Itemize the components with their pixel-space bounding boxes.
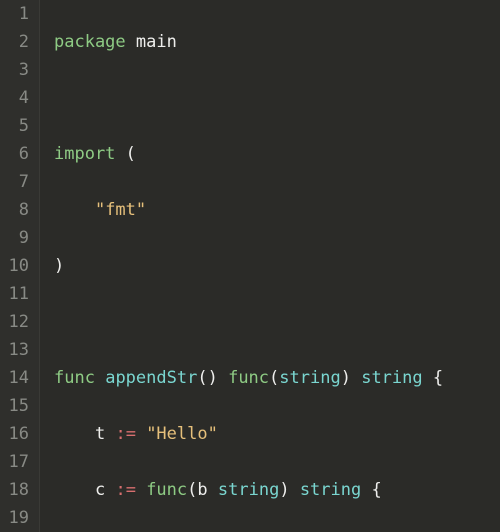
code-line: "fmt" (54, 196, 500, 224)
code-line: ) (54, 252, 500, 280)
code-editor: 1 2 3 4 5 6 7 8 9 10 11 12 13 14 15 16 1… (0, 0, 500, 532)
code-line (54, 84, 500, 112)
op-assign: := (115, 480, 135, 500)
line-number: 16 (6, 420, 29, 448)
type-string: string (218, 480, 279, 500)
op-assign: := (115, 424, 135, 444)
string-hello: "Hello" (146, 424, 218, 444)
punct-rparen: ) (341, 368, 351, 388)
line-number: 11 (6, 280, 29, 308)
line-number: 15 (6, 392, 29, 420)
ident-b: b (197, 480, 207, 500)
code-line (54, 308, 500, 336)
keyword-func: func (54, 368, 95, 388)
type-string: string (361, 368, 422, 388)
line-number-gutter: 1 2 3 4 5 6 7 8 9 10 11 12 13 14 15 16 1… (0, 0, 40, 532)
ident-t: t (95, 424, 105, 444)
keyword-import: import (54, 144, 115, 164)
line-number: 5 (6, 112, 29, 140)
punct-lbrace: { (371, 480, 381, 500)
ident-c: c (95, 480, 105, 500)
line-number: 19 (6, 504, 29, 532)
punct-lparen: ( (269, 368, 279, 388)
punct-lparen: ( (126, 144, 136, 164)
punct-lbrace: { (433, 368, 443, 388)
line-number: 14 (6, 364, 29, 392)
punct-lparen: ( (197, 368, 207, 388)
line-number: 1 (6, 0, 29, 28)
line-number: 8 (6, 196, 29, 224)
punct-rparen: ) (279, 480, 289, 500)
line-number: 9 (6, 224, 29, 252)
line-number: 13 (6, 336, 29, 364)
line-number: 10 (6, 252, 29, 280)
func-appendStr: appendStr (105, 368, 197, 388)
code-line: c := func(b string) string { (54, 476, 500, 504)
code-line: func appendStr() func(string) string { (54, 364, 500, 392)
type-string: string (300, 480, 361, 500)
punct-rparen: ) (208, 368, 218, 388)
line-number: 6 (6, 140, 29, 168)
line-number: 17 (6, 448, 29, 476)
code-line: t := "Hello" (54, 420, 500, 448)
line-number: 4 (6, 84, 29, 112)
line-number: 18 (6, 476, 29, 504)
code-line: import ( (54, 140, 500, 168)
ident-main: main (136, 32, 177, 52)
code-area[interactable]: package main import ( "fmt" ) func appen… (40, 0, 500, 532)
keyword-func: func (146, 480, 187, 500)
keyword-package: package (54, 32, 126, 52)
punct-lparen: ( (187, 480, 197, 500)
code-line: package main (54, 28, 500, 56)
line-number: 2 (6, 28, 29, 56)
line-number: 3 (6, 56, 29, 84)
line-number: 7 (6, 168, 29, 196)
type-string: string (279, 368, 340, 388)
keyword-func: func (228, 368, 269, 388)
string-fmt: "fmt" (95, 200, 146, 220)
line-number: 12 (6, 308, 29, 336)
punct-rparen: ) (54, 256, 64, 276)
